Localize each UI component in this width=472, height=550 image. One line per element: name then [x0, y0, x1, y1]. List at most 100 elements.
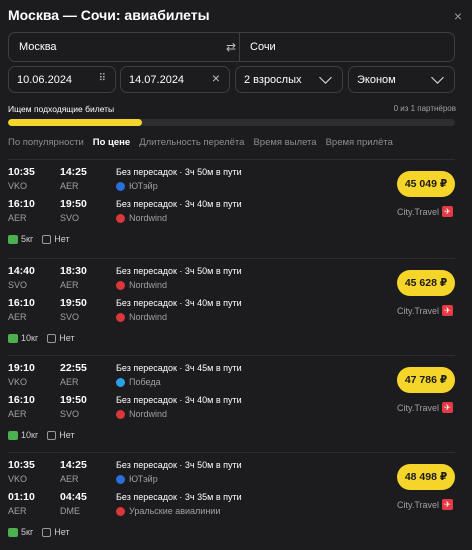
leg-info: Без пересадок · 3ч 50м в пути	[116, 266, 242, 276]
leg-airports: AER SVO	[8, 213, 112, 223]
leg-airports: VKO AER	[8, 377, 112, 387]
leg-info: Без пересадок · 3ч 50м в пути	[116, 167, 242, 177]
baggage-weight: 10кг	[21, 333, 39, 343]
arrival-airport: SVO	[60, 409, 80, 419]
flight-leg: 19:10 22:55 VKO AER Без пересадок · 3ч 45м…	[8, 362, 448, 392]
seller-name: City.Travel	[397, 402, 440, 413]
cabin-select[interactable]: Эконом	[348, 66, 455, 93]
arrival-airport: SVO	[60, 213, 80, 223]
passengers-value: 2 взрослых	[244, 73, 302, 86]
offer-card[interactable]: 10:35 14:25 VKO AER Без пересадок · 3ч 50м…	[8, 459, 455, 539]
airline-logo-icon	[116, 181, 125, 191]
to-field[interactable]: Сочи	[240, 41, 454, 53]
carry-on-value: Нет	[59, 333, 75, 343]
seller-name: City.Travel	[397, 499, 440, 510]
baggage-info: 10кг Нет	[8, 333, 75, 343]
leg-times: 14:40 18:30	[8, 265, 112, 277]
price-button[interactable]: 45 049 ₽	[397, 171, 455, 197]
arrival-airport: AER	[60, 474, 79, 484]
departure-time: 16:10	[8, 297, 35, 309]
carry-on-value: Нет	[54, 527, 70, 537]
sort-tab[interactable]: Длительность перелёта	[139, 137, 244, 148]
divider	[8, 355, 455, 356]
leg-airports: AER DME	[8, 506, 112, 516]
baggage-icon	[8, 333, 18, 343]
airline: Nordwind	[116, 213, 167, 223]
flight-leg: 01:10 04:45 AER DME Без пересадок · 3ч 35м…	[8, 491, 448, 521]
return-date-field[interactable]: 14.07.2024 ×	[120, 66, 230, 93]
airline-logo-icon	[116, 474, 125, 484]
price-button[interactable]: 47 786 ₽	[397, 367, 455, 393]
offer-card[interactable]: 14:40 18:30 SVO AER Без пересадок · 3ч 50м…	[8, 265, 455, 345]
passengers-select[interactable]: 2 взрослых	[235, 66, 343, 93]
leg-airports: AER SVO	[8, 409, 112, 419]
airline-logo-icon	[116, 506, 125, 516]
progress-fill	[8, 119, 143, 126]
departure-time: 14:40	[8, 265, 35, 277]
airline-name: Уральские авиалинии	[129, 506, 221, 516]
departure-airport: AER	[8, 312, 27, 322]
baggage-info: 5кг Нет	[8, 234, 70, 244]
leg-times: 19:10 22:55	[8, 362, 112, 374]
baggage-icon	[8, 234, 18, 244]
leg-airports: AER SVO	[8, 312, 112, 322]
sort-tab[interactable]: Время прилёта	[326, 137, 393, 148]
arrival-airport: DME	[60, 506, 80, 516]
depart-date-field[interactable]: 10.06.2024 ⠿	[8, 66, 116, 93]
leg-airports: VKO AER	[8, 474, 112, 484]
offer-card[interactable]: 19:10 22:55 VKO AER Без пересадок · 3ч 45м…	[8, 362, 455, 442]
airline: Nordwind	[116, 280, 167, 290]
baggage-weight: 5кг	[21, 234, 34, 244]
seller-logo-icon: ✈	[442, 499, 454, 510]
departure-time: 10:35	[8, 166, 35, 178]
seller[interactable]: City.Travel ✈	[397, 402, 454, 413]
arrival-time: 22:55	[60, 362, 87, 374]
seller[interactable]: City.Travel ✈	[397, 499, 454, 510]
leg-info: Без пересадок · 3ч 40м в пути	[116, 298, 242, 308]
seller-logo-icon: ✈	[442, 206, 454, 217]
return-date-value: 14.07.2024	[129, 73, 185, 86]
page-title: Москва — Сочи: авиабилеты	[8, 7, 210, 23]
price-button[interactable]: 48 498 ₽	[397, 464, 455, 490]
leg-times: 16:10 19:50	[8, 297, 112, 309]
departure-airport: VKO	[8, 377, 28, 387]
departure-time: 01:10	[8, 491, 35, 503]
departure-time: 10:35	[8, 459, 35, 471]
leg-airports: SVO AER	[8, 280, 112, 290]
arrival-airport: SVO	[60, 312, 80, 322]
flight-leg: 16:10 19:50 AER SVO Без пересадок · 3ч 40м…	[8, 198, 448, 228]
clear-date-icon[interactable]: ×	[212, 70, 220, 86]
airline-name: Nordwind	[129, 312, 168, 322]
carry-on-icon	[42, 234, 52, 244]
arrival-time: 14:25	[60, 166, 87, 178]
flight-leg: 10:35 14:25 VKO AER Без пересадок · 3ч 50м…	[8, 166, 448, 196]
arrival-time: 18:30	[60, 265, 87, 277]
arrival-time: 14:25	[60, 459, 87, 471]
seller-name: City.Travel	[397, 206, 440, 217]
leg-info: Без пересадок · 3ч 50м в пути	[116, 460, 242, 470]
seller-logo-icon: ✈	[442, 305, 454, 316]
baggage-info: 10кг Нет	[8, 430, 75, 440]
baggage-weight: 10кг	[21, 430, 39, 440]
carry-on-icon	[47, 430, 57, 440]
sort-tab[interactable]: По популярности	[8, 137, 84, 148]
calendar-icon[interactable]: ⠿	[99, 73, 106, 84]
airline: Nordwind	[116, 312, 167, 322]
leg-times: 16:10 19:50	[8, 198, 112, 210]
close-icon[interactable]: ×	[454, 8, 462, 24]
arrival-airport: AER	[60, 181, 79, 191]
sort-tab[interactable]: Время вылета	[253, 137, 316, 148]
departure-time: 19:10	[8, 362, 35, 374]
seller[interactable]: City.Travel ✈	[397, 206, 454, 217]
airline: Уральские авиалинии	[116, 506, 220, 516]
offer-card[interactable]: 10:35 14:25 VKO AER Без пересадок · 3ч 50м…	[8, 166, 455, 246]
sort-tab[interactable]: По цене	[93, 137, 130, 148]
seller[interactable]: City.Travel ✈	[397, 305, 454, 316]
leg-times: 01:10 04:45	[8, 491, 112, 503]
carry-on-icon	[42, 527, 52, 537]
price-button[interactable]: 45 628 ₽	[397, 270, 455, 296]
swap-icon[interactable]: ⇄	[223, 40, 239, 54]
from-field[interactable]: Москва	[9, 41, 223, 53]
departure-airport: SVO	[8, 280, 28, 290]
arrival-time: 19:50	[60, 198, 87, 210]
